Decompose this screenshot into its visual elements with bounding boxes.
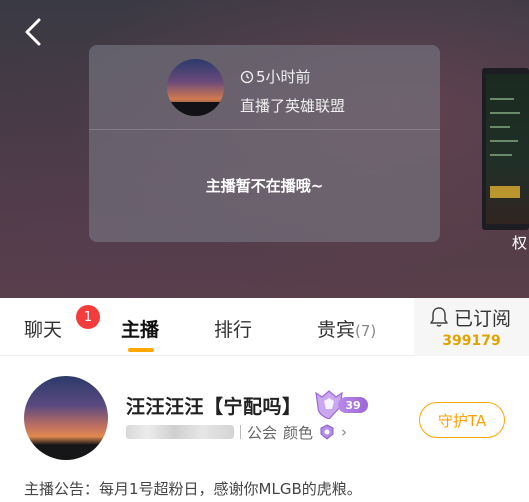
bell-icon: [430, 307, 448, 327]
active-tab-indicator: [128, 348, 154, 352]
streamed-game-text: 直播了英雄联盟: [240, 97, 346, 115]
anchor-notice: 主播公告：每月1号超粉日，感谢你MLGB的虎粮。: [24, 480, 362, 498]
thumb-line: [490, 154, 512, 156]
color-label[interactable]: 颜色: [283, 422, 313, 443]
back-button[interactable]: [18, 16, 48, 48]
back-arrow-icon: [25, 18, 41, 46]
thumbnail-screen: [486, 74, 529, 224]
time-ago-text: 5小时前: [256, 68, 311, 86]
side-label: 权: [512, 234, 528, 252]
tab-anchor[interactable]: 主播: [121, 315, 159, 342]
offline-message: 主播暂不在播哦~: [205, 177, 324, 195]
anchor-name: 汪汪汪汪【宁配吗】: [126, 396, 302, 418]
card-avatar: [167, 59, 224, 116]
thumb-line: [490, 98, 514, 100]
video-area: 5小时前 直播了英雄联盟 主播暂不在播哦~ 权: [0, 0, 529, 298]
tab-chat[interactable]: 聊天: [24, 315, 62, 342]
thumb-line: [490, 126, 510, 128]
subscribe-label: 已订阅: [454, 308, 512, 330]
color-icon: [320, 424, 334, 440]
last-stream-time: 5小时前: [240, 66, 311, 87]
chevron-right-icon: ›: [341, 423, 348, 441]
last-stream-info[interactable]: 5小时前 直播了英雄联盟: [89, 45, 440, 130]
divider: [240, 425, 241, 439]
guild-label[interactable]: 公会: [247, 422, 277, 443]
chat-unread-badge: 1: [76, 305, 100, 329]
tab-ranking[interactable]: 排行: [214, 315, 252, 342]
blurred-anchor-id: [126, 425, 234, 439]
tab-vip[interactable]: 贵宾(7): [317, 315, 376, 342]
subscriber-count: 399179: [442, 333, 501, 349]
offline-card: 5小时前 直播了英雄联盟 主播暂不在播哦~: [89, 45, 440, 242]
thumb-highlight: [490, 186, 520, 198]
level-number: 39: [338, 397, 368, 413]
level-badge[interactable]: 39: [312, 389, 370, 419]
guard-button[interactable]: 守护TA: [419, 402, 505, 438]
tab-vip-count: (7): [355, 322, 377, 340]
anchor-meta-row: 公会 颜色 ›: [126, 422, 347, 442]
anchor-avatar[interactable]: [24, 376, 108, 460]
clock-icon: [240, 70, 254, 83]
thumb-line: [490, 140, 518, 142]
subscribe-button[interactable]: 已订阅 399179: [414, 298, 529, 356]
recommended-stream-thumbnail[interactable]: [482, 68, 529, 230]
tab-vip-label: 贵宾: [317, 319, 356, 341]
thumb-line: [490, 112, 520, 114]
